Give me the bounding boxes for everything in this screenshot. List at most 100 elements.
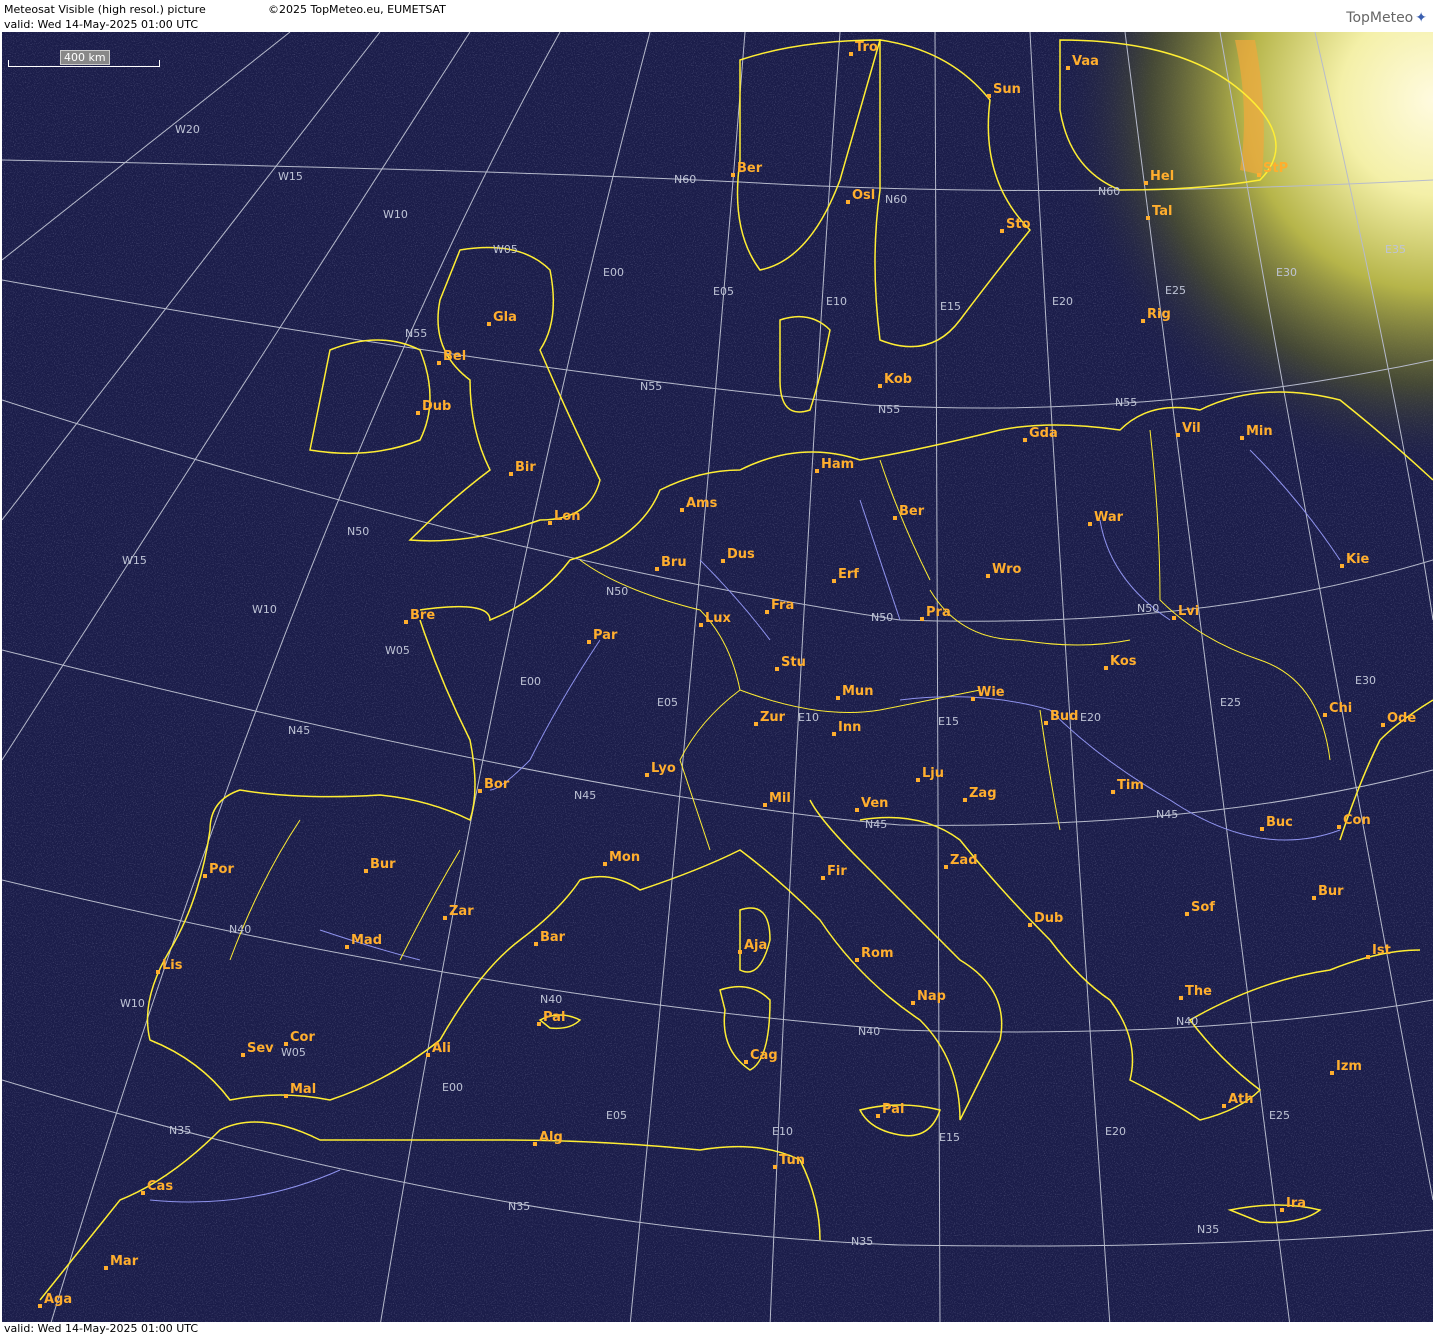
svg-text:W05: W05 xyxy=(493,243,518,256)
city-dot xyxy=(1088,522,1092,526)
city-label: Lju xyxy=(922,766,944,781)
city-dot xyxy=(1323,713,1327,717)
map-title: Meteosat Visible (high resol.) picture xyxy=(4,3,206,16)
svg-text:E10: E10 xyxy=(798,711,819,724)
city-label: Ham xyxy=(821,457,854,472)
city-label: Gda xyxy=(1029,426,1058,441)
city-dot xyxy=(38,1304,42,1308)
city-label: Fir xyxy=(827,864,847,879)
copyright: ©2025 TopMeteo.eu, EUMETSAT xyxy=(268,3,446,16)
satellite-map[interactable]: W20 W15 W10 W05 E00 E05 E10 E15 E20 E25 … xyxy=(2,32,1433,1326)
city-label: Gla xyxy=(493,310,517,325)
city-dot xyxy=(1104,666,1108,670)
city-dot xyxy=(855,958,859,962)
city-label: Hel xyxy=(1150,169,1174,184)
city-label: Zar xyxy=(449,904,474,919)
city-label: Buc xyxy=(1266,815,1293,830)
city-bud: Bud xyxy=(1044,709,1078,725)
city-dot xyxy=(1111,790,1115,794)
svg-text:W05: W05 xyxy=(281,1046,306,1059)
city-dot xyxy=(1172,616,1176,620)
svg-text:E20: E20 xyxy=(1052,295,1073,308)
city-dot xyxy=(655,567,659,571)
city-label: Ven xyxy=(861,796,888,811)
city-label: Dub xyxy=(1034,911,1063,926)
city-label: Ode xyxy=(1387,711,1416,726)
city-label: Kie xyxy=(1346,552,1370,567)
city-label: Bud xyxy=(1050,709,1078,724)
city-label: Dus xyxy=(727,547,755,562)
svg-text:N50: N50 xyxy=(871,611,893,624)
city-label: Alg xyxy=(539,1130,563,1145)
city-label: Fra xyxy=(771,598,794,613)
city-label: Sof xyxy=(1191,900,1215,915)
city-dot xyxy=(404,620,408,624)
city-label: War xyxy=(1094,510,1124,525)
city-dot xyxy=(437,361,441,365)
city-dot xyxy=(1280,1208,1284,1212)
city-label: Bel xyxy=(443,349,466,364)
city-label: Cor xyxy=(290,1030,315,1045)
svg-text:E20: E20 xyxy=(1080,711,1101,724)
city-dot xyxy=(1366,955,1370,959)
city-dot xyxy=(443,916,447,920)
city-dot xyxy=(548,521,552,525)
city-ams: Ams xyxy=(680,496,718,512)
svg-text:N50: N50 xyxy=(1137,602,1159,615)
city-dot xyxy=(1337,825,1341,829)
city-dot xyxy=(1312,896,1316,900)
city-label: Nap xyxy=(917,989,946,1004)
city-label: Stu xyxy=(781,655,806,670)
svg-text:W10: W10 xyxy=(252,603,277,616)
city-label: Pal xyxy=(543,1010,565,1025)
city-dot xyxy=(944,865,948,869)
city-dot xyxy=(1330,1071,1334,1075)
city-label: Mon xyxy=(609,850,640,865)
scale-label: 400 km xyxy=(60,50,110,65)
city-sun: Sun xyxy=(987,82,1021,98)
svg-text:N55: N55 xyxy=(405,327,427,340)
topmeteo-logo[interactable]: TopMeteo ✦ xyxy=(1346,10,1427,26)
city-label: Mad xyxy=(351,933,382,948)
city-dot xyxy=(920,617,924,621)
svg-text:E30: E30 xyxy=(1355,674,1376,687)
svg-text:N40: N40 xyxy=(540,993,562,1006)
compass-star-icon: ✦ xyxy=(1415,10,1427,26)
svg-text:N35: N35 xyxy=(1197,1223,1219,1236)
city-dot xyxy=(878,384,882,388)
city-dot xyxy=(765,610,769,614)
footer-valid-time: valid: Wed 14-May-2025 01:00 UTC xyxy=(4,1322,199,1335)
city-label: Inn xyxy=(838,720,861,735)
city-label: Bir xyxy=(515,460,536,475)
header-bar: Meteosat Visible (high resol.) picture v… xyxy=(0,0,1435,32)
city-label: Par xyxy=(593,628,618,643)
valid-time: valid: Wed 14-May-2025 01:00 UTC xyxy=(4,18,199,31)
svg-text:W10: W10 xyxy=(120,997,145,1010)
city-aga: Aga xyxy=(38,1292,72,1308)
svg-text:N50: N50 xyxy=(347,525,369,538)
city-dot xyxy=(345,945,349,949)
city-label: Por xyxy=(209,862,234,877)
city-dot xyxy=(699,623,703,627)
city-label: Sto xyxy=(1006,217,1031,232)
svg-text:E05: E05 xyxy=(713,285,734,298)
city-dot xyxy=(1000,229,1004,233)
city-dot xyxy=(141,1191,145,1195)
city-dot xyxy=(1179,996,1183,1000)
city-dot xyxy=(1023,438,1027,442)
city-dot xyxy=(284,1094,288,1098)
city-label: Lux xyxy=(705,611,732,626)
city-label: Dub xyxy=(422,399,451,414)
dawn-terminator xyxy=(2,32,1433,1326)
city-label: Kob xyxy=(884,372,912,387)
city-dot xyxy=(815,469,819,473)
city-dot xyxy=(487,322,491,326)
city-label: Ber xyxy=(899,504,925,519)
city-label: Cas xyxy=(147,1179,173,1194)
svg-text:N40: N40 xyxy=(229,923,251,936)
city-dot xyxy=(1381,723,1385,727)
city-label: Mil xyxy=(769,791,791,806)
city-dot xyxy=(832,579,836,583)
city-label: StP xyxy=(1263,161,1288,176)
city-dot xyxy=(364,869,368,873)
